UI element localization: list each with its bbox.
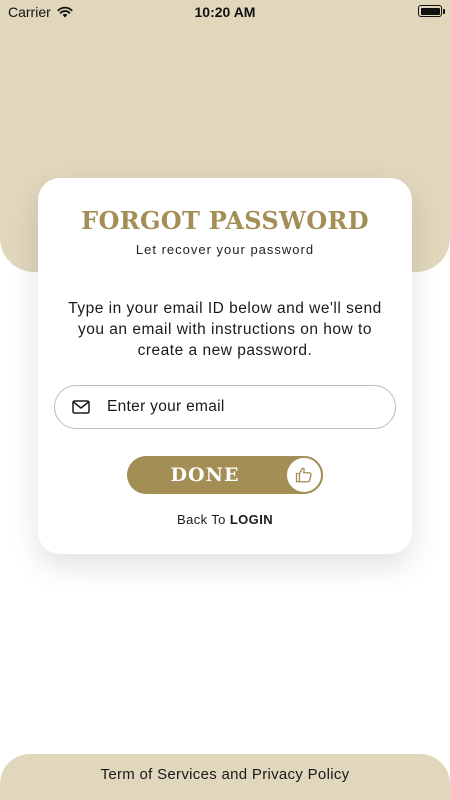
login-link[interactable]: LOGIN xyxy=(230,512,273,527)
back-to-login-row: Back To LOGIN xyxy=(38,512,412,527)
page-title: FORGOT PASSWORD xyxy=(81,206,369,235)
status-bar: Carrier 10:20 AM xyxy=(0,0,450,24)
instructions-text: Type in your email ID below and we'll se… xyxy=(68,300,382,359)
terms-privacy-link[interactable]: Term of Services and Privacy Policy xyxy=(0,766,450,783)
email-field[interactable] xyxy=(54,385,396,429)
page-subtitle: Let recover your password xyxy=(135,242,315,257)
done-button[interactable]: DONE xyxy=(127,456,323,494)
forgot-password-card: FORGOT PASSWORD Let recover your passwor… xyxy=(38,178,412,554)
battery-icon xyxy=(418,5,445,17)
done-label: DONE xyxy=(170,464,240,486)
back-prefix: Back To xyxy=(177,512,226,527)
email-input[interactable] xyxy=(107,386,377,428)
thumb-circle xyxy=(285,456,323,494)
footer: Term of Services and Privacy Policy xyxy=(0,754,450,800)
mail-icon xyxy=(72,400,90,414)
thumbs-up-icon xyxy=(295,467,312,483)
status-time: 10:20 AM xyxy=(194,4,256,20)
